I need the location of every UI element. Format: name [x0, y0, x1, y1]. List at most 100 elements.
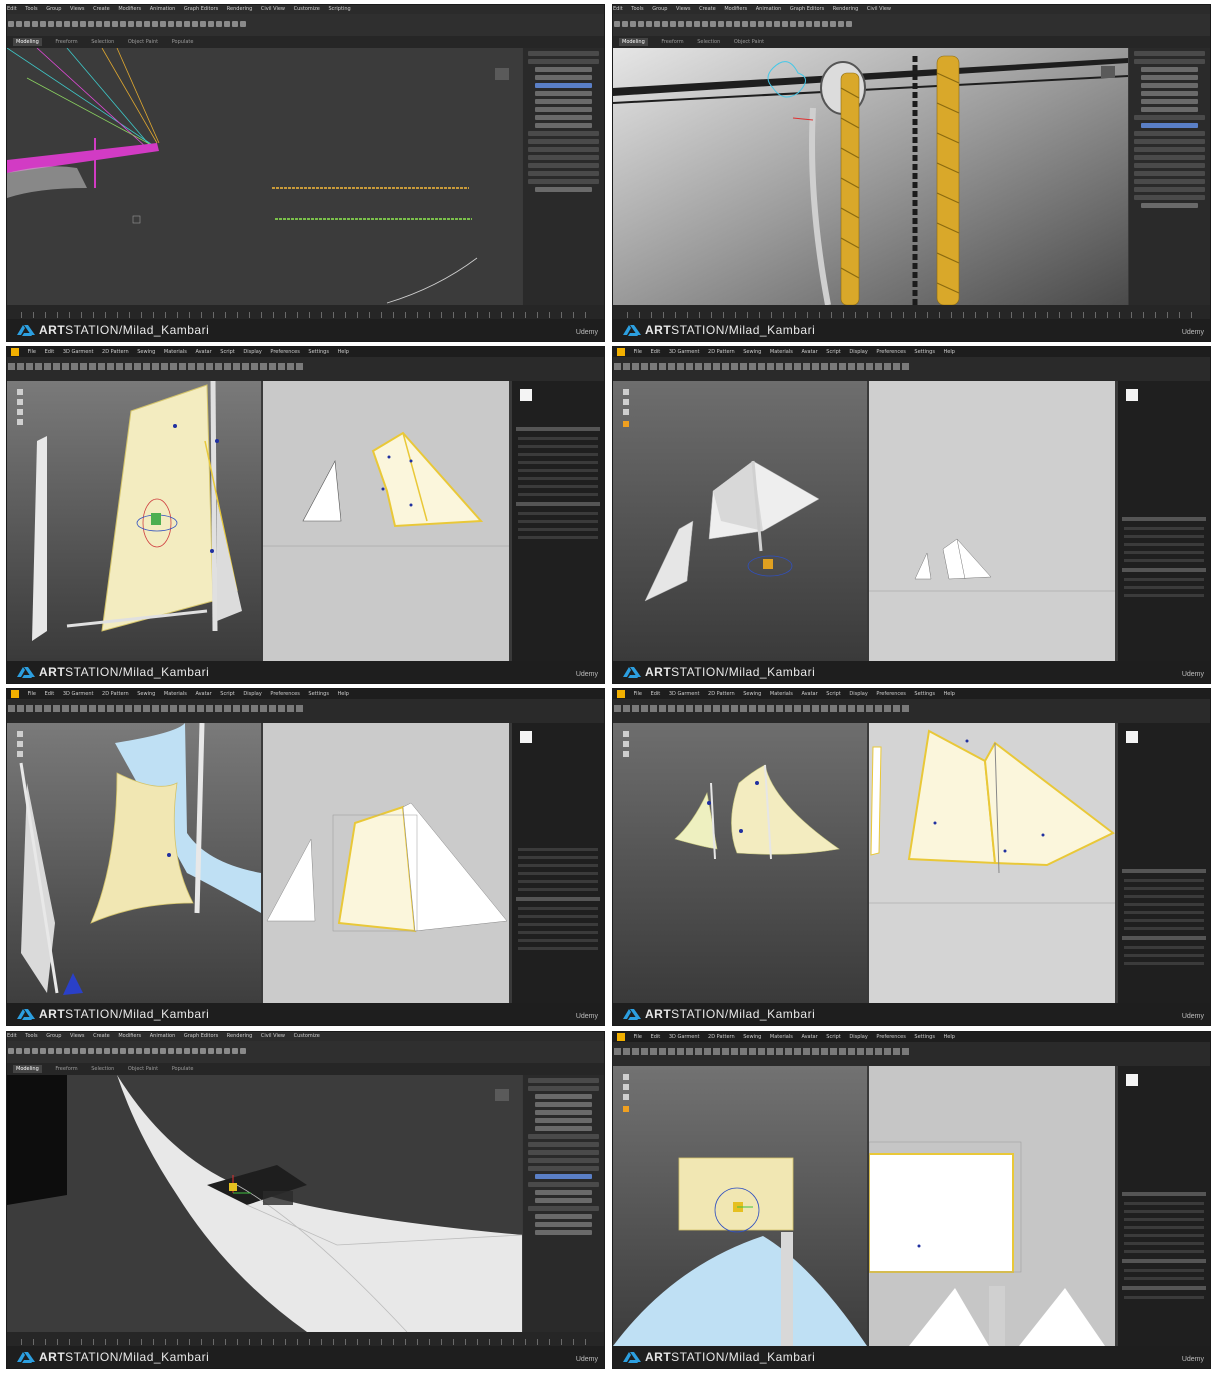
menu-3d-garment[interactable]: 3D Garment	[669, 1034, 700, 1040]
menu-edit[interactable]: Edit	[45, 691, 55, 697]
menu-rendering[interactable]: Rendering	[227, 6, 253, 12]
menu-file[interactable]: File	[28, 691, 36, 697]
2d-pattern-window[interactable]	[869, 1066, 1115, 1346]
max-main-toolbar[interactable]	[7, 1041, 604, 1064]
ribbon-tab-object-paint[interactable]: Object Paint	[128, 1066, 158, 1072]
menu-edit[interactable]: Edit	[45, 349, 55, 355]
menu-animation[interactable]: Animation	[150, 6, 176, 12]
menu-file[interactable]: File	[634, 349, 642, 355]
menu-rendering[interactable]: Rendering	[227, 1033, 253, 1039]
menu-sewing[interactable]: Sewing	[137, 691, 155, 697]
menu-avatar[interactable]: Avatar	[801, 1034, 817, 1040]
md-toolbar[interactable]	[613, 1042, 1210, 1066]
fabric-swatch[interactable]	[520, 389, 532, 401]
fabric-swatch[interactable]	[1126, 1074, 1138, 1086]
ribbon-tab-modeling[interactable]: Modeling	[619, 38, 648, 46]
menu-sewing[interactable]: Sewing	[743, 691, 761, 697]
menu-materials[interactable]: Materials	[770, 349, 793, 355]
ribbon-tab-populate[interactable]: Populate	[172, 1066, 194, 1072]
menu-settings[interactable]: Settings	[308, 691, 329, 697]
menu-tools[interactable]: Tools	[25, 6, 37, 12]
menu-help[interactable]: Help	[944, 1034, 955, 1040]
menu-2d-pattern[interactable]: 2D Pattern	[102, 691, 129, 697]
menu-script[interactable]: Script	[220, 349, 235, 355]
time-slider[interactable]	[613, 305, 1210, 319]
perspective-viewport[interactable]	[613, 48, 1128, 305]
menu-3d-garment[interactable]: 3D Garment	[669, 349, 700, 355]
3d-garment-window[interactable]	[7, 723, 261, 1003]
menu-sewing[interactable]: Sewing	[743, 1034, 761, 1040]
menu-preferences[interactable]: Preferences	[876, 349, 905, 355]
3d-garment-window[interactable]	[7, 381, 261, 661]
menu-materials[interactable]: Materials	[164, 349, 187, 355]
ribbon-tab-modeling[interactable]: Modeling	[13, 1065, 42, 1073]
command-panel[interactable]	[1129, 48, 1210, 305]
md-toolbar[interactable]	[613, 357, 1210, 381]
command-panel[interactable]	[523, 48, 604, 305]
menu-3d-garment[interactable]: 3D Garment	[63, 349, 94, 355]
menu-graph-editors[interactable]: Graph Editors	[184, 6, 218, 12]
3d-garment-window[interactable]	[613, 1066, 867, 1346]
menu-create[interactable]: Create	[699, 6, 716, 12]
menu-customize[interactable]: Customize	[294, 6, 320, 12]
menu-help[interactable]: Help	[338, 349, 349, 355]
menu-edit[interactable]: Edit	[613, 6, 623, 12]
menu-settings[interactable]: Settings	[308, 349, 329, 355]
ribbon-tab-freeform[interactable]: Freeform	[55, 1066, 77, 1072]
menu-settings[interactable]: Settings	[914, 691, 935, 697]
menu-materials[interactable]: Materials	[164, 691, 187, 697]
menu-civil-view[interactable]: Civil View	[867, 6, 891, 12]
fabric-swatch[interactable]	[520, 731, 532, 743]
menu-2d-pattern[interactable]: 2D Pattern	[102, 349, 129, 355]
menu-script[interactable]: Script	[826, 1034, 841, 1040]
2d-pattern-window[interactable]	[869, 723, 1115, 1003]
menu-materials[interactable]: Materials	[770, 691, 793, 697]
menu-create[interactable]: Create	[93, 6, 110, 12]
menu-2d-pattern[interactable]: 2D Pattern	[708, 349, 735, 355]
menu-edit[interactable]: Edit	[651, 1034, 661, 1040]
menu-settings[interactable]: Settings	[914, 1034, 935, 1040]
menu-materials[interactable]: Materials	[770, 1034, 793, 1040]
menu-script[interactable]: Script	[826, 691, 841, 697]
menu-3d-garment[interactable]: 3D Garment	[669, 691, 700, 697]
menu-views[interactable]: Views	[70, 6, 84, 12]
menu-views[interactable]: Views	[70, 1033, 84, 1039]
command-panel[interactable]	[523, 1075, 604, 1332]
max-main-toolbar[interactable]	[7, 14, 604, 37]
menu-graph-editors[interactable]: Graph Editors	[184, 1033, 218, 1039]
menu-civil-view[interactable]: Civil View	[261, 6, 285, 12]
menu-display[interactable]: Display	[849, 691, 867, 697]
ribbon-tab-selection[interactable]: Selection	[91, 39, 114, 45]
menu-settings[interactable]: Settings	[914, 349, 935, 355]
2d-pattern-window[interactable]	[869, 381, 1115, 661]
md-toolbar[interactable]	[613, 699, 1210, 723]
menu-modifiers[interactable]: Modifiers	[118, 1033, 141, 1039]
perspective-viewport[interactable]	[7, 1075, 522, 1332]
ribbon-tab-modeling[interactable]: Modeling	[13, 38, 42, 46]
menu-help[interactable]: Help	[944, 691, 955, 697]
menu-display[interactable]: Display	[243, 691, 261, 697]
menu-preferences[interactable]: Preferences	[270, 349, 299, 355]
3d-garment-window[interactable]	[613, 381, 867, 661]
ribbon-tab-object-paint[interactable]: Object Paint	[128, 39, 158, 45]
menu-file[interactable]: File	[634, 1034, 642, 1040]
menu-tools[interactable]: Tools	[631, 6, 643, 12]
menu-avatar[interactable]: Avatar	[195, 349, 211, 355]
menu-customize[interactable]: Customize	[294, 1033, 320, 1039]
menu-display[interactable]: Display	[849, 1034, 867, 1040]
fabric-swatch[interactable]	[1126, 389, 1138, 401]
menu-sewing[interactable]: Sewing	[743, 349, 761, 355]
menu-edit[interactable]: Edit	[7, 6, 17, 12]
menu-edit[interactable]: Edit	[651, 349, 661, 355]
property-editor-panel[interactable]	[1118, 723, 1210, 1003]
ribbon-tab-freeform[interactable]: Freeform	[661, 39, 683, 45]
menu-edit[interactable]: Edit	[651, 691, 661, 697]
perspective-viewport[interactable]	[7, 48, 522, 305]
2d-pattern-window[interactable]	[263, 723, 509, 1003]
max-main-toolbar[interactable]	[613, 14, 1210, 37]
menu-rendering[interactable]: Rendering	[833, 6, 859, 12]
property-editor-panel[interactable]	[1118, 1066, 1210, 1346]
menu-edit[interactable]: Edit	[7, 1033, 17, 1039]
time-slider[interactable]	[7, 1332, 604, 1346]
menu-avatar[interactable]: Avatar	[801, 691, 817, 697]
